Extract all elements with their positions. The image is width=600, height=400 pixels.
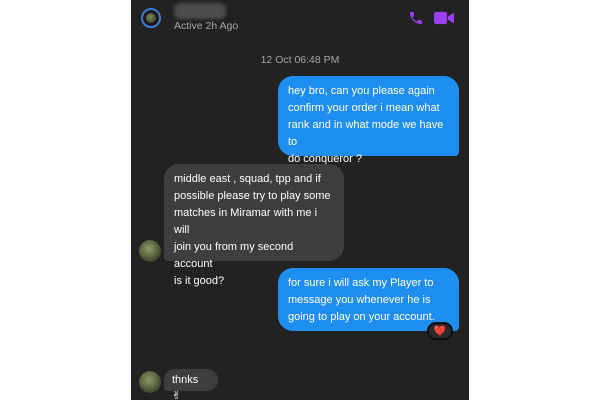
phone-icon[interactable] xyxy=(405,9,427,27)
contact-name-blurred[interactable] xyxy=(174,3,226,19)
heart-reaction-icon[interactable]: ❤️ xyxy=(427,322,453,340)
sender-avatar[interactable] xyxy=(139,371,161,393)
chat-header: Active 2h Ago xyxy=(131,0,469,42)
chat-window: Active 2h Ago 12 Oct 06:48 PM hey bro, c… xyxy=(131,0,469,400)
message-timestamp: 12 Oct 06:48 PM xyxy=(260,54,340,66)
incoming-message[interactable]: middle east , squad, tpp and if possible… xyxy=(164,164,344,287)
incoming-message[interactable]: thnks ✌ xyxy=(164,369,218,400)
video-camera-icon[interactable] xyxy=(433,9,455,27)
sender-avatar[interactable] xyxy=(139,240,161,262)
active-status: Active 2h Ago xyxy=(174,20,239,32)
contact-avatar[interactable] xyxy=(141,8,161,28)
outgoing-message[interactable]: hey bro, can you please again confirm yo… xyxy=(278,76,459,165)
outgoing-message[interactable]: for sure i will ask my Player to message… xyxy=(278,268,459,331)
